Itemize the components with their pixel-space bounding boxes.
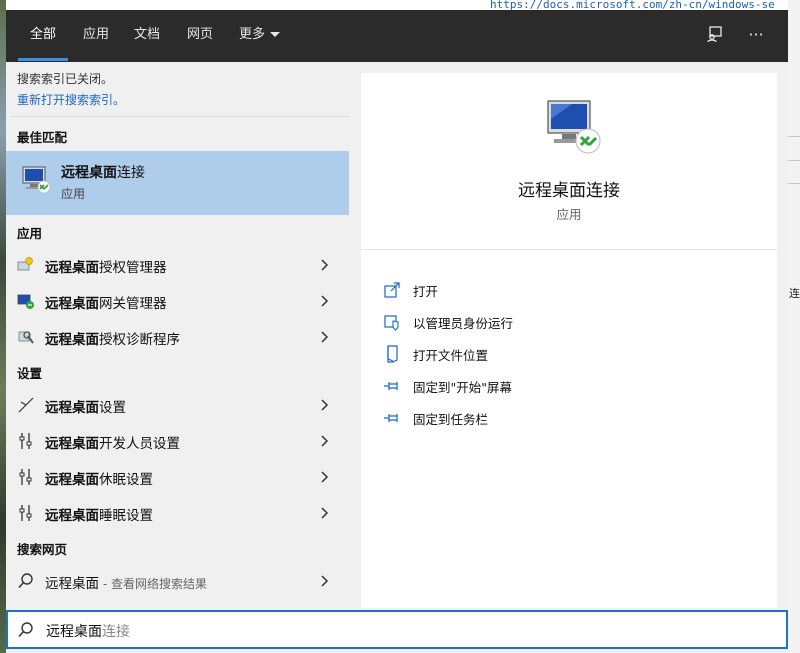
pin-start-icon	[384, 382, 398, 390]
settings-item-label: 远程桌面睡眠设置	[45, 508, 153, 524]
search-icon	[18, 573, 33, 589]
section-web-search: 搜索网页	[17, 542, 68, 557]
settings-item-label: 远程桌面开发人员设置	[45, 436, 180, 452]
remote-desktop-large-icon	[547, 100, 601, 154]
chevron-down-icon	[270, 32, 281, 37]
desktop-background-right	[788, 0, 800, 653]
chevron-right-icon[interactable]	[317, 505, 331, 521]
best-match-title: 远程桌面连接	[61, 162, 145, 182]
search-input[interactable]: 远程桌面连接	[6, 610, 788, 649]
chevron-right-icon[interactable]	[317, 257, 331, 273]
tab-documents[interactable]: 文档	[134, 26, 160, 44]
settings-item-label: 远程桌面设置	[45, 400, 126, 416]
chevron-right-icon[interactable]	[317, 469, 331, 485]
app-item-gateway-manager[interactable]: 远程桌面网关管理器	[6, 284, 349, 318]
license-manager-icon	[17, 257, 33, 271]
search-query-text: 远程桌面连接	[46, 621, 130, 641]
tab-more[interactable]: 更多	[239, 26, 281, 44]
reenable-index-link[interactable]: 重新打开搜索索引。	[17, 91, 125, 108]
chevron-right-icon[interactable]	[317, 433, 331, 449]
action-label: 打开	[413, 284, 439, 299]
tab-more-label: 更多	[239, 27, 266, 42]
detail-panel: 远程桌面连接 应用 打开 以管理员身份运行 打开文件位置 固定到"开始"屏幕 固…	[361, 73, 777, 608]
web-search-item[interactable]: 远程桌面 - 查看网络搜索结果	[6, 564, 349, 598]
feedback-icon[interactable]	[705, 25, 725, 45]
settings-item-developer[interactable]: 远程桌面开发人员设置	[6, 424, 349, 458]
chevron-right-icon[interactable]	[317, 573, 331, 589]
search-typed-text: 远程桌面	[46, 624, 102, 640]
settings-item-label: 远程桌面休眠设置	[45, 472, 153, 488]
search-tab-bar: 全部 应用 文档 网页 更多 ···	[6, 10, 788, 62]
settings-item-hibernate[interactable]: 远程桌面休眠设置	[6, 460, 349, 494]
tab-all[interactable]: 全部	[30, 26, 56, 44]
app-item-label: 远程桌面网关管理器	[45, 296, 167, 312]
detail-title: 远程桌面连接	[518, 181, 620, 201]
app-item-license-manager[interactable]: 远程桌面授权管理器	[6, 248, 349, 282]
tab-web[interactable]: 网页	[187, 26, 213, 44]
sleep-settings-icon	[19, 505, 32, 521]
chevron-right-icon[interactable]	[317, 329, 331, 345]
best-match-title-rest: 连接	[117, 165, 145, 181]
search-window: 全部 应用 文档 网页 更多 ··· 搜索索引已关闭。 重新打开搜索索引。 最佳…	[6, 10, 788, 653]
chevron-right-icon[interactable]	[317, 397, 331, 413]
settings-item-remote-desktop[interactable]: 远程桌面设置	[6, 388, 349, 422]
search-autocomplete-hint: 连接	[102, 624, 130, 640]
pin-taskbar-icon	[384, 414, 398, 422]
run-as-admin-icon	[384, 315, 399, 331]
active-tab-indicator	[18, 58, 68, 61]
file-location-icon	[387, 345, 398, 363]
app-item-license-diagnoser[interactable]: 远程桌面授权诊断程序	[6, 320, 349, 354]
chevron-right-icon[interactable]	[317, 293, 331, 309]
divider	[11, 116, 349, 117]
best-match-subtitle: 应用	[61, 187, 86, 201]
web-search-label: 远程桌面 - 查看网络搜索结果	[45, 576, 207, 592]
background-browser-url: https://docs.microsoft.com/zh-cn/windows…	[490, 0, 775, 11]
search-icon	[18, 622, 33, 638]
section-best-match: 最佳匹配	[17, 130, 68, 145]
background-partial-text: 连	[789, 287, 800, 300]
tab-apps[interactable]: 应用	[83, 26, 109, 44]
app-item-label: 远程桌面授权管理器	[45, 260, 167, 276]
developer-settings-icon	[19, 433, 32, 449]
license-diagnoser-icon	[18, 331, 34, 344]
remote-desktop-icon	[22, 166, 51, 194]
action-label: 固定到"开始"屏幕	[413, 380, 512, 395]
detail-subtitle: 应用	[556, 207, 582, 222]
section-settings: 设置	[17, 366, 43, 381]
hibernate-settings-icon	[19, 469, 32, 485]
divider	[361, 249, 777, 250]
index-disabled-notice: 搜索索引已关闭。	[17, 72, 114, 86]
app-item-label: 远程桌面授权诊断程序	[45, 332, 180, 348]
best-match-title-bold: 远程桌面	[61, 165, 117, 181]
action-label: 以管理员身份运行	[413, 316, 514, 331]
open-icon	[384, 282, 400, 298]
remote-settings-icon	[18, 397, 34, 413]
best-match-item[interactable]: 远程桌面连接 应用	[6, 151, 349, 215]
section-apps: 应用	[17, 226, 43, 241]
action-label: 固定到任务栏	[413, 412, 489, 427]
settings-item-sleep[interactable]: 远程桌面睡眠设置	[6, 496, 349, 530]
action-label: 打开文件位置	[413, 348, 489, 363]
gateway-manager-icon	[17, 294, 34, 309]
results-list: 搜索索引已关闭。 重新打开搜索索引。 最佳匹配 远程桌面连接 应用 应用 远程桌…	[6, 62, 349, 608]
more-options-icon[interactable]: ···	[746, 25, 766, 45]
